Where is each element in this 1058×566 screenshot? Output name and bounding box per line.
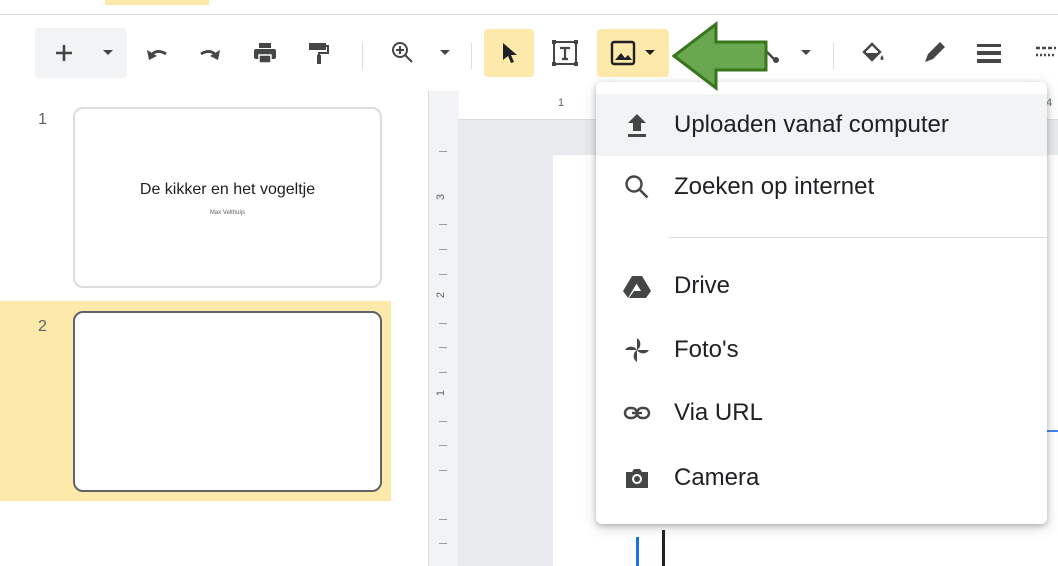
border-weight-button[interactable] xyxy=(969,29,1009,77)
plus-icon xyxy=(56,45,72,61)
ruler-number: 2 xyxy=(435,291,448,299)
paint-bucket-icon xyxy=(862,42,884,62)
menu-bar-strip xyxy=(0,0,1058,15)
print-button[interactable] xyxy=(245,29,285,77)
zoom-in-icon xyxy=(392,42,413,63)
paint-roller-icon xyxy=(309,43,329,64)
menu-item-search-the-web[interactable]: Zoeken op internet xyxy=(596,156,1047,218)
menu-item-label: Zoeken op internet xyxy=(674,173,875,200)
ruler-tick xyxy=(439,445,447,446)
slide-thumbnail-1[interactable]: De kikker en het vogeltje Max Velthuijs xyxy=(73,107,382,288)
zoom-button[interactable] xyxy=(383,29,423,77)
line-dash-icon xyxy=(1036,46,1056,57)
toolbar-divider xyxy=(833,43,834,69)
ruler-number: 1 xyxy=(558,97,565,109)
menu-item-drive[interactable]: Drive xyxy=(596,255,1047,317)
link-icon xyxy=(622,398,652,428)
line-weight-icon xyxy=(977,44,1001,63)
ruler-number: 1 xyxy=(435,389,448,397)
menu-item-label: Uploaden vanaf computer xyxy=(674,111,949,138)
toolbar-divider xyxy=(471,43,472,69)
ruler-tick xyxy=(439,274,447,275)
menu-item-camera[interactable]: Camera xyxy=(596,447,1047,509)
text-box-icon xyxy=(552,40,578,66)
line-tool-dropdown[interactable] xyxy=(794,29,818,77)
vertical-ruler: 3 2 1 xyxy=(428,91,459,566)
annotation-arrow-icon xyxy=(671,20,768,92)
menu-item-photos[interactable]: Foto's xyxy=(596,319,1047,381)
search-icon xyxy=(622,172,652,202)
fill-color-button[interactable] xyxy=(853,29,893,77)
paint-format-button[interactable] xyxy=(298,29,338,77)
ruler-tick xyxy=(439,151,447,152)
slide-title: De kikker en het vogeltje xyxy=(139,181,316,198)
ruler-tick xyxy=(439,519,447,520)
ruler-tick xyxy=(439,347,447,348)
ruler-tick xyxy=(439,372,447,373)
insert-image-menu: Uploaden vanaf computer Zoeken op intern… xyxy=(596,82,1047,524)
toolbar-divider xyxy=(362,43,363,69)
ruler-tick xyxy=(439,421,447,422)
menu-item-label: Camera xyxy=(674,464,760,491)
toolbar xyxy=(0,15,1058,91)
border-dash-button[interactable] xyxy=(1030,29,1058,77)
menu-item-label: Foto's xyxy=(674,336,739,363)
selection-handle xyxy=(636,537,639,566)
undo-icon xyxy=(147,50,167,60)
slide-number: 2 xyxy=(38,318,47,335)
menu-item-label: Drive xyxy=(674,272,731,299)
caret-down-icon xyxy=(645,50,655,55)
border-color-button[interactable] xyxy=(914,29,954,77)
menu-bar-highlight xyxy=(105,0,209,5)
caret-down-icon xyxy=(440,50,450,55)
print-icon xyxy=(254,43,276,64)
image-icon xyxy=(610,40,636,66)
ruler-tick xyxy=(439,543,447,544)
new-slide-layout-dropdown[interactable] xyxy=(96,29,120,77)
ruler-tick xyxy=(439,470,447,471)
caret-down-icon xyxy=(801,50,811,55)
text-cursor xyxy=(662,530,665,566)
pencil-icon xyxy=(925,42,945,62)
camera-icon xyxy=(622,463,652,493)
ruler-tick xyxy=(439,224,447,225)
slide-thumbnail-2[interactable] xyxy=(73,311,382,492)
menu-divider xyxy=(669,237,1047,238)
ruler-number: 3 xyxy=(435,193,448,201)
text-box-button[interactable] xyxy=(543,29,587,77)
select-tool-button[interactable] xyxy=(484,29,534,77)
menu-item-upload-from-computer[interactable]: Uploaden vanaf computer xyxy=(596,94,1047,156)
ruler-tick xyxy=(439,323,447,324)
zoom-dropdown[interactable] xyxy=(433,29,457,77)
menu-item-label: Via URL xyxy=(674,399,763,426)
menu-item-by-url[interactable]: Via URL xyxy=(596,382,1047,444)
google-photos-icon xyxy=(622,335,652,365)
google-drive-icon xyxy=(622,271,652,301)
insert-image-button[interactable] xyxy=(597,29,669,77)
redo-icon xyxy=(200,50,220,60)
upload-icon xyxy=(622,110,652,140)
slide-number: 1 xyxy=(38,111,47,128)
slide-subtitle: Max Velthuijs xyxy=(209,210,246,216)
new-slide-button[interactable] xyxy=(44,29,84,77)
caret-down-icon xyxy=(103,50,113,55)
ruler-tick xyxy=(439,249,447,250)
redo-button[interactable] xyxy=(189,29,229,77)
cursor-arrow-icon xyxy=(503,43,517,63)
undo-button[interactable] xyxy=(138,29,178,77)
